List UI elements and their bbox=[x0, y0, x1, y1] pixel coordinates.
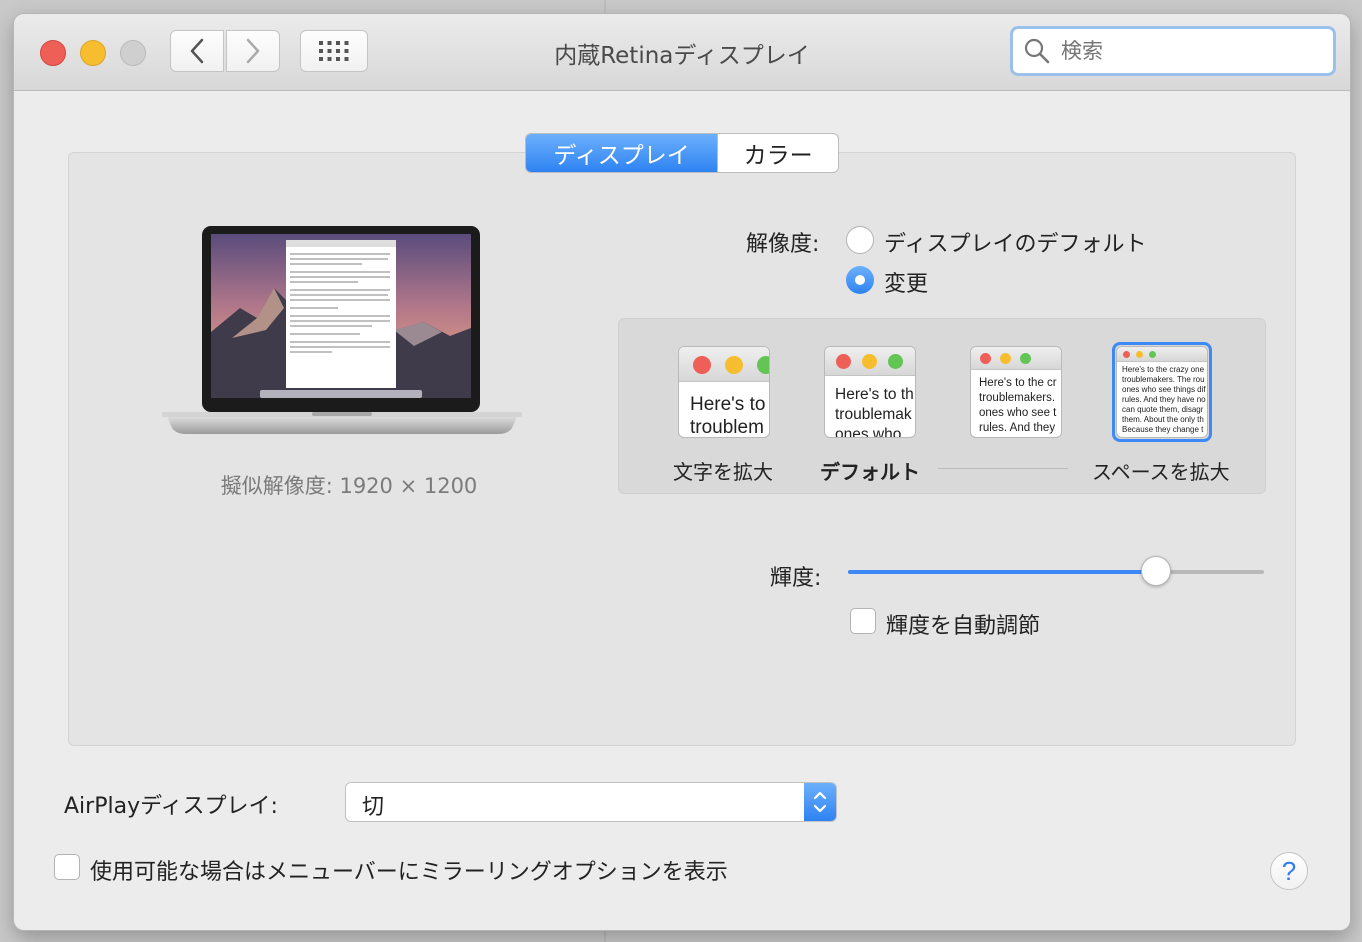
scale-divider bbox=[938, 468, 1068, 469]
thumbnail-sample-text: Here's to the crazy one troublemakers. T… bbox=[1122, 365, 1206, 434]
help-button[interactable]: ? bbox=[1270, 852, 1308, 890]
larger-text-label: 文字を拡大 bbox=[673, 460, 773, 484]
chevron-right-icon bbox=[246, 38, 260, 64]
thumbnail-titlebar bbox=[971, 347, 1061, 370]
tab-color[interactable]: カラー bbox=[717, 134, 838, 172]
background-divider bbox=[604, 930, 606, 942]
search-field[interactable] bbox=[1010, 26, 1336, 76]
thumbnail-sample-text: Here's to the cr troublemakers. ones who… bbox=[979, 377, 1057, 434]
tab-display[interactable]: ディスプレイ bbox=[526, 134, 718, 172]
default-label: デフォルト bbox=[820, 460, 920, 484]
chevron-left-icon bbox=[190, 38, 204, 64]
airplay-display-select[interactable]: 切 bbox=[345, 782, 837, 822]
background-divider bbox=[604, 0, 606, 14]
scale-option-more-space-1[interactable]: Here's to the cr troublemakers. ones who… bbox=[970, 346, 1062, 438]
forward-button[interactable] bbox=[226, 30, 280, 72]
close-button[interactable] bbox=[40, 40, 66, 66]
thumbnail-sample-text: Here's to troublem bbox=[690, 394, 766, 438]
airplay-selected-value: 切 bbox=[362, 795, 385, 820]
mirroring-options-checkbox[interactable] bbox=[54, 854, 80, 880]
search-icon bbox=[1024, 38, 1050, 64]
radio-display-default[interactable] bbox=[846, 226, 874, 254]
auto-brightness-checkbox[interactable] bbox=[850, 608, 876, 634]
airplay-label: AirPlayディスプレイ: bbox=[64, 794, 278, 819]
scale-option-larger-text[interactable]: Here's to troublem bbox=[678, 346, 770, 438]
popup-arrows-icon bbox=[804, 783, 836, 821]
zoom-button[interactable] bbox=[120, 40, 146, 66]
back-button[interactable] bbox=[170, 30, 224, 72]
macbook-preview-image bbox=[162, 226, 522, 434]
auto-brightness-label: 輝度を自動調節 bbox=[886, 614, 1041, 639]
thumbnail-titlebar bbox=[825, 347, 915, 376]
grid-icon bbox=[319, 41, 349, 61]
display-default-label: ディスプレイのデフォルト bbox=[884, 232, 1147, 257]
radio-scaled[interactable] bbox=[846, 266, 874, 294]
thumbnail-titlebar bbox=[1117, 347, 1207, 362]
preferences-window: 内蔵Retinaディスプレイ ディスプレイ カラー bbox=[14, 14, 1350, 930]
resolution-label: 解像度: bbox=[746, 232, 820, 257]
search-input[interactable] bbox=[1059, 38, 1313, 64]
minimize-button[interactable] bbox=[80, 40, 106, 66]
tab-bar: ディスプレイ カラー bbox=[525, 133, 839, 173]
brightness-slider[interactable] bbox=[848, 570, 1264, 574]
brightness-slider-knob[interactable] bbox=[1140, 556, 1171, 586]
scale-option-default[interactable]: Here's to th troublemak ones who bbox=[824, 346, 916, 438]
more-space-label: スペースを拡大 bbox=[1092, 460, 1230, 484]
brightness-fill bbox=[848, 570, 1156, 574]
scaled-label: 変更 bbox=[884, 272, 929, 297]
window-title: 内蔵Retinaディスプレイ bbox=[554, 43, 810, 69]
mirroring-options-label: 使用可能な場合はメニューバーにミラーリングオプションを表示 bbox=[90, 860, 728, 885]
scale-option-more-space[interactable]: Here's to the crazy one troublemakers. T… bbox=[1116, 346, 1208, 438]
title-bar: 内蔵Retinaディスプレイ bbox=[14, 14, 1350, 91]
thumbnail-titlebar bbox=[679, 347, 769, 382]
brightness-label: 輝度: bbox=[770, 566, 822, 591]
simulated-resolution: 擬似解像度: 1920 × 1200 bbox=[220, 474, 478, 498]
show-all-button[interactable] bbox=[300, 30, 368, 72]
thumbnail-sample-text: Here's to th troublemak ones who bbox=[835, 386, 914, 438]
